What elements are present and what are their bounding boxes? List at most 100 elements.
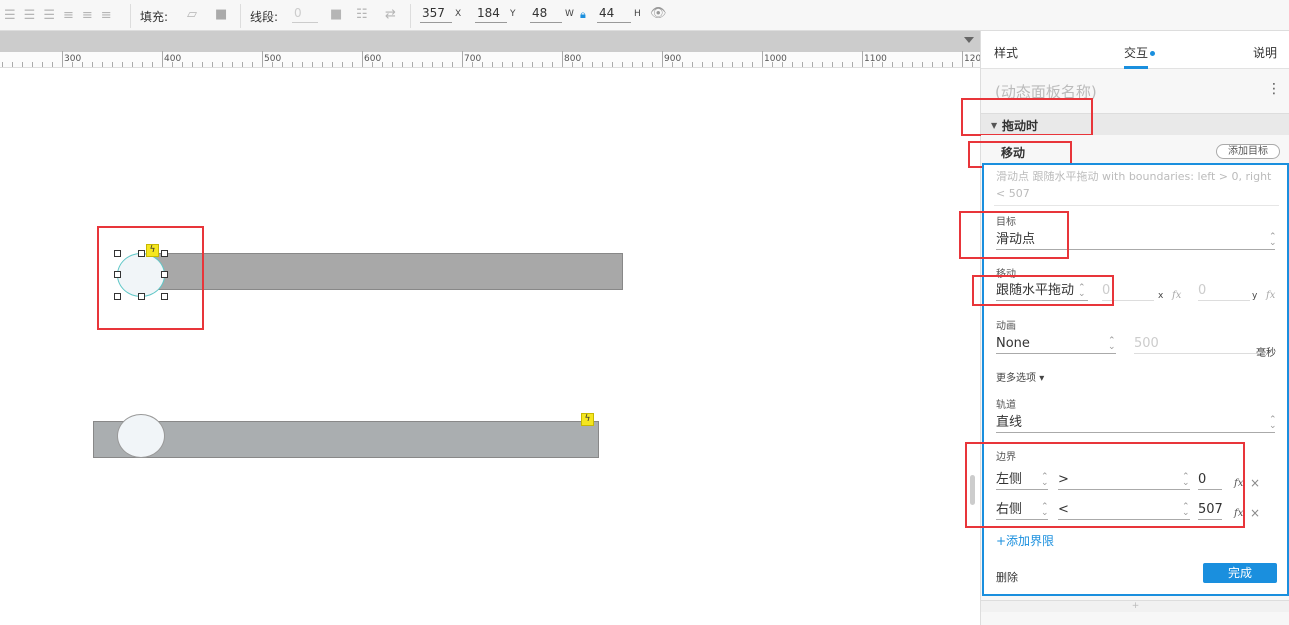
ruler-major-tick: [562, 51, 563, 67]
panel-footer: +: [981, 600, 1289, 612]
align-center-icon[interactable]: ☰: [24, 9, 36, 22]
ruler-minor-tick: [412, 62, 413, 67]
ruler-minor-tick: [12, 62, 13, 67]
remove-boundary-icon[interactable]: ×: [1250, 506, 1260, 520]
done-button[interactable]: 完成: [1203, 563, 1277, 583]
ruler-minor-tick: [972, 62, 973, 67]
add-boundary-link[interactable]: +添加界限: [996, 532, 1054, 549]
ruler-minor-tick: [192, 62, 193, 67]
animation-select[interactable]: None: [996, 335, 1116, 354]
ruler-minor-tick: [312, 62, 313, 67]
ruler-minor-tick: [812, 62, 813, 67]
fill-color-icon[interactable]: ▱: [187, 8, 197, 21]
ruler-minor-tick: [592, 62, 593, 67]
lock-icon[interactable]: 🔒︎: [580, 8, 586, 22]
delete-button[interactable]: 删除: [996, 569, 1018, 585]
track-select[interactable]: 直线: [996, 414, 1275, 433]
panel-tabs: 样式 交互 说明: [981, 31, 1289, 69]
ruler-minor-tick: [442, 62, 443, 67]
ruler-major-tick: [362, 51, 363, 67]
ruler-minor-tick: [182, 62, 183, 67]
interaction-bolt-icon[interactable]: ϟ: [581, 413, 594, 426]
ruler-label: 1100: [864, 54, 887, 64]
tab-notes[interactable]: 说明: [1253, 44, 1277, 61]
ms-unit: 毫秒: [1256, 348, 1276, 359]
move-y-input[interactable]: 0: [1198, 282, 1250, 301]
ruler-minor-tick: [432, 62, 433, 67]
fx-icon[interactable]: fx: [1172, 290, 1181, 301]
slider-knob[interactable]: [117, 414, 165, 458]
ruler-minor-tick: [942, 62, 943, 67]
ruler-major-tick: [662, 51, 663, 67]
ruler-minor-tick: [772, 62, 773, 67]
design-canvas[interactable]: 300 400 500 600 700 800 900 1000 1100 120 ϟ ϟ: [0, 31, 980, 625]
ruler-major-tick: [962, 51, 963, 67]
slider-track[interactable]: [93, 421, 599, 458]
ruler-minor-tick: [922, 62, 923, 67]
ruler-minor-tick: [852, 62, 853, 67]
fill-label: 填充:: [140, 10, 169, 24]
ruler-major-tick: [62, 51, 63, 67]
h-unit: H: [634, 9, 641, 19]
ruler-minor-tick: [652, 62, 653, 67]
ruler-minor-tick: [932, 62, 933, 67]
highlight-box: [959, 211, 1069, 259]
ruler-minor-tick: [682, 62, 683, 67]
ruler-minor-tick: [542, 62, 543, 67]
fx-icon[interactable]: fx: [1266, 290, 1275, 301]
ruler-minor-tick: [472, 62, 473, 67]
ruler-minor-tick: [822, 62, 823, 67]
ruler-minor-tick: [832, 62, 833, 67]
ruler-minor-tick: [142, 62, 143, 67]
slider-track[interactable]: [148, 253, 623, 290]
x-unit: x: [1158, 291, 1164, 301]
ruler-minor-tick: [112, 62, 113, 67]
more-options-toggle[interactable]: 更多选项 ▾: [996, 369, 1044, 384]
caret-down-icon: ▾: [1039, 373, 1045, 384]
align-right-icon[interactable]: ☰: [43, 9, 55, 22]
plus-icon[interactable]: +: [1132, 601, 1140, 611]
ruler-minor-tick: [952, 62, 953, 67]
inspector-panel: 样式 交互 说明 (动态面板名称) ⋮ ▼ 拖动时 移动 添加目标 滑动点 跟随…: [959, 31, 1289, 625]
ruler-minor-tick: [752, 62, 753, 67]
ruler-minor-tick: [22, 62, 23, 67]
animation-duration-input[interactable]: 500: [1134, 335, 1258, 354]
shadow-icon[interactable]: ■: [215, 8, 227, 21]
stroke-pattern-icon[interactable]: ☷: [356, 8, 368, 21]
ruler-minor-tick: [42, 62, 43, 67]
ruler-minor-tick: [512, 62, 513, 67]
tab-interaction[interactable]: 交互: [1124, 44, 1156, 61]
ruler-minor-tick: [282, 62, 283, 67]
more-options-icon[interactable]: ⋮: [1267, 81, 1281, 97]
select-arrows-icon: ⌃ ⌄: [1269, 415, 1277, 431]
tab-style[interactable]: 样式: [994, 44, 1018, 61]
ruler-minor-tick: [242, 62, 243, 67]
ruler-minor-tick: [452, 62, 453, 67]
arrow-style-icon[interactable]: ⇄: [385, 8, 396, 21]
ruler-minor-tick: [782, 62, 783, 67]
height-input[interactable]: 44: [597, 4, 631, 23]
ruler-minor-tick: [492, 62, 493, 67]
active-dot-icon: [1150, 51, 1156, 56]
stroke-color-icon[interactable]: ■: [330, 8, 342, 21]
more-options-label: 更多选项: [996, 373, 1036, 384]
ruler-minor-tick: [582, 62, 583, 67]
eye-icon[interactable]: 👁︎: [650, 7, 667, 20]
add-target-button[interactable]: 添加目标: [1216, 144, 1280, 159]
stroke-label: 线段:: [250, 10, 279, 24]
y-input[interactable]: 184: [475, 4, 507, 23]
ruler-major-tick: [762, 51, 763, 67]
chevron-down-icon[interactable]: [964, 37, 974, 43]
align-left-icon[interactable]: ☰: [4, 9, 16, 22]
ruler-minor-tick: [302, 62, 303, 67]
ruler-minor-tick: [552, 62, 553, 67]
remove-boundary-icon[interactable]: ×: [1250, 476, 1260, 490]
width-input[interactable]: 48: [530, 4, 562, 23]
x-input[interactable]: 357: [420, 4, 452, 23]
stroke-width-input[interactable]: 0: [292, 4, 318, 23]
w-unit: W: [565, 9, 574, 19]
align-top-icon[interactable]: ≡: [63, 9, 74, 22]
ruler-minor-tick: [482, 62, 483, 67]
align-bottom-icon[interactable]: ≡: [101, 9, 112, 22]
align-middle-icon[interactable]: ≡: [82, 9, 93, 22]
